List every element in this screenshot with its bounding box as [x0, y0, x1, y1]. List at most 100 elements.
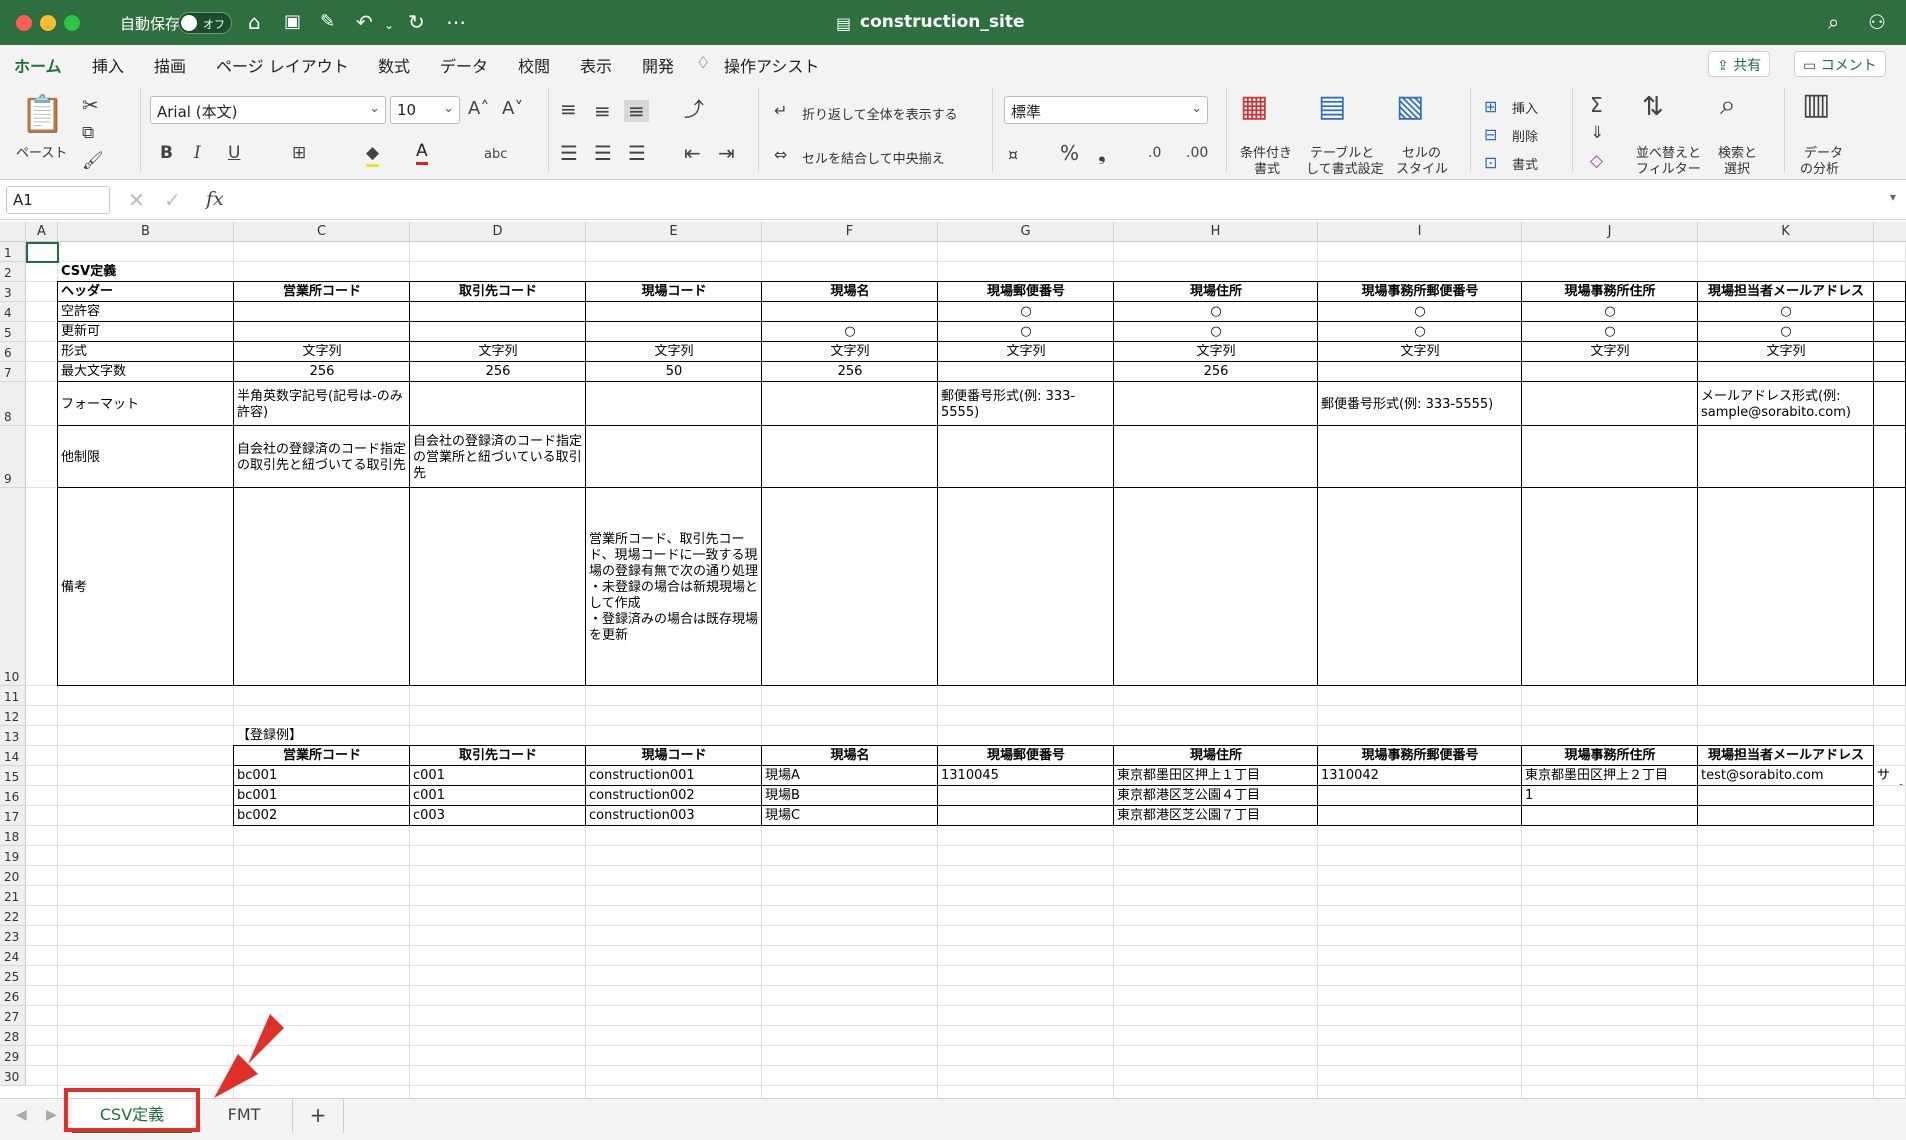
cell-example-value[interactable]: construction002: [589, 788, 759, 805]
cell-styles-label-2[interactable]: スタイル: [1396, 158, 1448, 177]
cell-empty-ok[interactable]: ○: [1321, 304, 1519, 321]
cell-example-value[interactable]: 東京都墨田区押上２丁目: [1525, 768, 1695, 785]
tab-review[interactable]: 校閲: [518, 53, 550, 77]
tab-home[interactable]: ホーム: [14, 53, 62, 85]
row-header[interactable]: 26: [0, 986, 26, 1006]
insert-cells-button[interactable]: 挿入: [1512, 98, 1538, 117]
home-icon[interactable]: ⌂: [248, 11, 261, 33]
scroll-right-icon[interactable]: ▶: [46, 1107, 57, 1123]
tab-page-layout[interactable]: ページ レイアウト: [216, 53, 349, 77]
cell-column-header[interactable]: 現場事務所郵便番号: [1321, 284, 1519, 301]
format-as-table-icon[interactable]: ▤: [1318, 92, 1346, 122]
undo-dropdown-icon[interactable]: ⌄: [384, 14, 394, 36]
row-header[interactable]: 10: [0, 488, 26, 686]
cell-example-value[interactable]: c001: [413, 768, 583, 785]
cell-row-label[interactable]: 他制限: [61, 428, 231, 487]
cell-example-value[interactable]: [941, 788, 1111, 805]
cell-updatable[interactable]: ○: [1701, 324, 1871, 341]
cell-example-value[interactable]: 東京都港区芝公園４丁目: [1117, 788, 1315, 805]
cell-updatable[interactable]: [237, 324, 407, 341]
align-right-icon[interactable]: ☰: [628, 142, 646, 164]
cell-example-value[interactable]: c001: [413, 788, 583, 805]
cell-example-header[interactable]: 取引先コード: [413, 748, 583, 765]
column-header[interactable]: B: [58, 222, 234, 242]
cell-max-length[interactable]: 256: [765, 364, 935, 381]
row-header[interactable]: 24: [0, 946, 26, 966]
tab-draw[interactable]: 描画: [154, 53, 186, 77]
conditional-format-label-2[interactable]: 書式: [1254, 158, 1280, 177]
cell-example-header[interactable]: 現場住所: [1117, 748, 1315, 765]
row-header[interactable]: 12: [0, 706, 26, 726]
cell-restriction[interactable]: 自会社の登録済のコード指定の営業所と紐づいている取引先: [413, 428, 583, 487]
account-icon[interactable]: ⚇: [1868, 11, 1886, 33]
row-header[interactable]: 20: [0, 866, 26, 886]
cell-empty-ok[interactable]: [413, 304, 583, 321]
clear-icon[interactable]: ◇: [1590, 150, 1603, 172]
cell-example-value[interactable]: bc002: [237, 808, 407, 825]
cell-empty-ok[interactable]: ○: [1701, 304, 1871, 321]
cell-column-header[interactable]: 現場住所: [1117, 284, 1315, 301]
cell-max-length[interactable]: 256: [1117, 364, 1315, 381]
cell-updatable[interactable]: ○: [1117, 324, 1315, 341]
cell-format[interactable]: 文字列: [237, 344, 407, 361]
worksheet-grid[interactable]: A B C D E F G H I J K 1 2 3 4 5 6 7 8 9 10 11 12 13 14 15 16 17 18 19…: [0, 222, 1906, 1098]
tab-insert[interactable]: 挿入: [92, 53, 124, 77]
row-header[interactable]: 15: [0, 766, 26, 786]
search-icon[interactable]: ⌕: [1828, 11, 1839, 33]
paste-icon[interactable]: 📋: [20, 96, 65, 134]
cell-updatable[interactable]: ○: [941, 324, 1111, 341]
tab-developer[interactable]: 開発: [642, 53, 674, 77]
cell-example-value[interactable]: [1321, 788, 1519, 805]
cell-example-value[interactable]: 1: [1525, 788, 1695, 805]
confirm-icon[interactable]: ✓: [164, 188, 181, 212]
cell-max-length[interactable]: [1321, 364, 1519, 381]
format-cells-button[interactable]: 書式: [1512, 154, 1538, 173]
decrease-indent-icon[interactable]: ⇤: [684, 142, 701, 164]
analyze-data-label-2[interactable]: の分析: [1800, 158, 1839, 177]
align-bottom-icon[interactable]: ≡: [624, 100, 649, 122]
cell-empty-ok[interactable]: [589, 304, 759, 321]
column-header[interactable]: J: [1522, 222, 1698, 242]
find-select-icon[interactable]: ⌕: [1720, 91, 1736, 119]
cell-example-value[interactable]: bc001: [237, 768, 407, 785]
cut-icon[interactable]: ✂: [82, 94, 99, 116]
autosave-toggle[interactable]: オフ: [178, 12, 232, 34]
row-header[interactable]: 4: [0, 302, 26, 322]
cell-example-value[interactable]: [1321, 808, 1519, 825]
row-header[interactable]: 14: [0, 746, 26, 766]
row-header[interactable]: 13: [0, 726, 26, 746]
bold-icon[interactable]: B: [160, 142, 173, 164]
cell-column-header[interactable]: 現場郵便番号: [941, 284, 1111, 301]
cell-example-value[interactable]: [1877, 788, 1903, 805]
cell-max-length[interactable]: [1525, 364, 1695, 381]
cell-restriction[interactable]: 自会社の登録済のコード指定の取引先と紐づいてる取引先: [237, 428, 407, 487]
cell-example-header[interactable]: 現場事務所郵便番号: [1321, 748, 1519, 765]
cell-example-value[interactable]: 現場B: [765, 788, 935, 805]
cell-max-length[interactable]: [941, 364, 1111, 381]
cell-max-length[interactable]: 50: [589, 364, 759, 381]
row-header[interactable]: 17: [0, 806, 26, 826]
row-header[interactable]: 11: [0, 686, 26, 706]
analyze-data-icon[interactable]: ▥: [1802, 90, 1830, 120]
column-header[interactable]: I: [1318, 222, 1522, 242]
cell-empty-ok[interactable]: ○: [1525, 304, 1695, 321]
cell-row-label[interactable]: 最大文字数: [61, 364, 231, 381]
save-as-icon[interactable]: ✎: [320, 11, 335, 33]
sort-filter-label-2[interactable]: フィルター: [1636, 158, 1701, 177]
row-header[interactable]: 28: [0, 1026, 26, 1046]
currency-icon[interactable]: ¤: [1008, 144, 1018, 166]
format-as-table-label-2[interactable]: して書式設定: [1306, 158, 1384, 177]
row-header[interactable]: 23: [0, 926, 26, 946]
cell-note[interactable]: 営業所コード、取引先コード、現場コードに一致する現場の登録有無で次の通り処理 ・…: [589, 490, 759, 685]
cell-empty-ok[interactable]: [237, 304, 407, 321]
row-header[interactable]: 16: [0, 786, 26, 806]
comments-button[interactable]: ▭ コメント: [1794, 51, 1886, 77]
cell-example-value[interactable]: サンプ: [1877, 768, 1903, 785]
wrap-text-button[interactable]: 折り返して全体を表示する: [802, 104, 958, 123]
align-top-icon[interactable]: ≡: [560, 98, 577, 120]
cell-format[interactable]: 文字列: [941, 344, 1111, 361]
row-header[interactable]: 9: [0, 426, 26, 488]
cell-column-header[interactable]: 現場名: [765, 284, 935, 301]
cell-updatable[interactable]: [413, 324, 583, 341]
cell-example-value[interactable]: 現場A: [765, 768, 935, 785]
